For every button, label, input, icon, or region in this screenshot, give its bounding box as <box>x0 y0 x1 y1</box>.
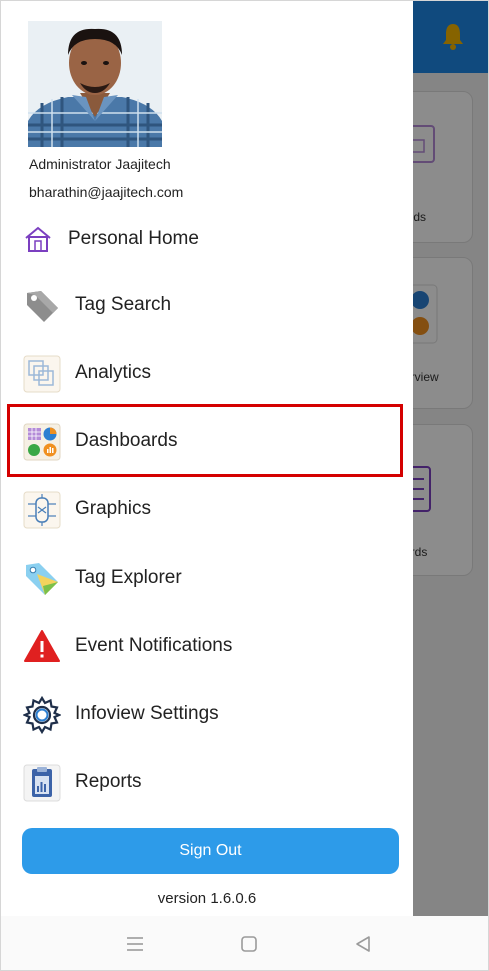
menu-item-label: Reports <box>75 771 142 792</box>
version-text: version 1.6.0.6 <box>157 890 257 907</box>
menu-item-label: Infoview Settings <box>75 703 219 724</box>
navigation-drawer: Administrator Jaajitech bharathin@jaajit… <box>1 1 413 916</box>
reports-icon <box>23 764 61 802</box>
highlight-box <box>7 404 403 477</box>
menu-item-event-notifications[interactable]: Event Notifications <box>1 614 413 678</box>
menu-item-infoview-settings[interactable]: Infoview Settings <box>1 682 413 746</box>
avatar <box>28 21 162 147</box>
tag-explorer-icon <box>26 563 58 595</box>
phone-screen: elds erview h ards <box>0 0 489 971</box>
menu-item-tag-explorer[interactable]: Tag Explorer <box>1 546 413 610</box>
system-nav-bar <box>1 916 488 970</box>
user-email: bharathin@jaajitech.com <box>29 184 184 200</box>
menu-item-tag-search[interactable]: Tag Search <box>1 273 413 337</box>
warning-icon <box>24 630 60 662</box>
menu-item-label: Personal Home <box>68 228 199 249</box>
menu-icon[interactable] <box>123 932 147 956</box>
back-icon[interactable] <box>351 932 375 956</box>
menu-item-label: Tag Explorer <box>75 567 182 588</box>
gear-icon <box>23 696 61 734</box>
home-button-icon[interactable] <box>237 932 261 956</box>
graphics-icon <box>23 491 61 529</box>
menu-item-label: Event Notifications <box>75 635 233 656</box>
menu-item-analytics[interactable]: Analytics <box>1 341 413 405</box>
tag-icon <box>27 291 58 322</box>
menu-item-reports[interactable]: Reports <box>1 750 413 814</box>
menu-item-label: Tag Search <box>75 294 172 315</box>
home-icon <box>25 226 51 252</box>
menu-item-label: Graphics <box>75 498 152 519</box>
user-name: Administrator Jaajitech <box>29 156 171 172</box>
menu-item-personal-home[interactable]: Personal Home <box>1 215 413 279</box>
sign-out-button[interactable]: Sign Out <box>22 828 399 874</box>
menu-item-label: Analytics <box>75 362 152 383</box>
menu-item-graphics[interactable]: Graphics <box>1 477 413 541</box>
analytics-icon <box>23 355 61 393</box>
